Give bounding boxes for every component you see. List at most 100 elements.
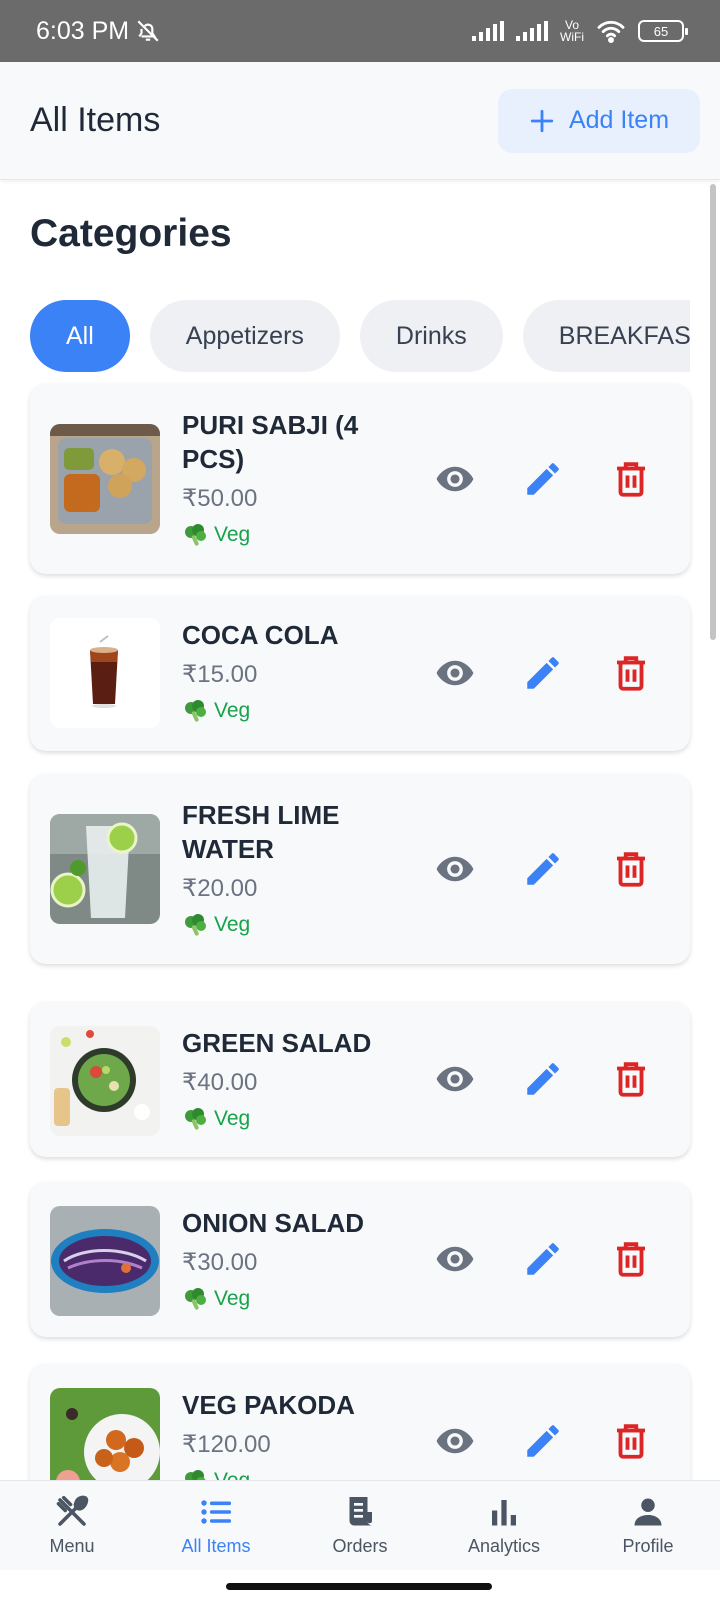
nav-menu-label: Menu [49,1536,95,1556]
item-price: ₹20.00 [182,875,258,902]
view-button[interactable] [434,652,476,694]
item-name: GREEN SALAD [182,1028,372,1058]
item-image [50,424,160,534]
item-veg-label: Veg [214,699,251,722]
signal-icon [472,21,504,41]
item-veg-label: Veg [214,1287,251,1310]
item-price: ₹120.00 [182,1431,271,1458]
delete-button[interactable] [610,1058,652,1100]
view-button[interactable] [434,458,476,500]
broccoli-icon [185,700,206,722]
item-veg-tag: Veg [182,698,412,724]
item-image [50,618,160,728]
trash-icon [617,656,645,691]
trash-icon [617,1062,645,1097]
item-info: GREEN SALAD ₹40.00 Veg [182,1026,412,1132]
edit-button[interactable] [522,1238,564,1280]
item-name: PURI SABJI (4 PCS) [182,410,359,474]
item-card[interactable]: COCA COLA ₹15.00 Veg [30,596,690,751]
nav-orders[interactable]: Orders [288,1481,432,1570]
person-icon [634,1498,662,1526]
pencil-icon [527,657,559,689]
trash-icon [617,1242,645,1277]
pencil-icon [527,463,559,495]
item-image [50,814,160,924]
item-name: VEG PAKODA [182,1390,355,1420]
trash-icon [617,852,645,887]
edit-button[interactable] [522,1420,564,1462]
item-info: ONION SALAD ₹30.00 Veg [182,1206,412,1312]
fork-knife-icon [56,1495,89,1526]
item-name: COCA COLA [182,620,339,650]
edit-button[interactable] [522,458,564,500]
edit-button[interactable] [522,652,564,694]
add-item-label: Add Item [568,106,670,134]
item-card[interactable]: FRESH LIME WATER ₹20.00 Veg [30,774,690,964]
delete-button[interactable] [610,848,652,890]
item-actions [434,848,652,890]
trash-icon [617,462,645,497]
eye-icon [436,1428,474,1454]
category-chip-breakfast[interactable]: BREAKFAST [522,300,690,372]
item-card[interactable]: PURI SABJI (4 PCS) ₹50.00 Veg [30,384,690,574]
item-actions [434,1420,652,1462]
list-icon [201,1500,231,1524]
pencil-icon [527,853,559,885]
status-right: Vo WiFi 65 [472,19,688,43]
broccoli-icon [185,524,206,546]
bell-off-icon [137,20,159,42]
item-actions [434,1238,652,1280]
view-button[interactable] [434,1058,476,1100]
item-price: ₹50.00 [182,485,258,512]
nav-menu[interactable]: Menu [0,1481,144,1570]
broccoli-icon [185,914,206,936]
item-actions [434,1058,652,1100]
plus-icon [530,109,554,132]
eye-icon [436,856,474,882]
delete-button[interactable] [610,652,652,694]
item-actions [434,652,652,694]
item-image [50,1026,160,1136]
nav-all-items-label: All Items [181,1536,251,1556]
nav-analytics[interactable]: Analytics [432,1481,576,1570]
nav-analytics-label: Analytics [467,1536,541,1556]
delete-button[interactable] [610,1420,652,1462]
view-button[interactable] [434,1420,476,1462]
view-button[interactable] [434,1238,476,1280]
add-item-button[interactable]: Add Item [498,88,700,153]
item-veg-label: Veg [214,523,251,546]
item-info: FRESH LIME WATER ₹20.00 Veg [182,798,412,938]
nav-profile[interactable]: Profile [576,1481,720,1570]
battery-indicator: 65 [638,20,688,42]
broccoli-icon [185,1108,206,1130]
scrollbar[interactable] [710,184,716,640]
trash-icon [617,1424,645,1459]
item-card[interactable]: GREEN SALAD ₹40.00 Veg [30,1002,690,1157]
edit-button[interactable] [522,848,564,890]
home-indicator[interactable] [226,1583,492,1590]
bottom-nav: Menu All Items Orders Analytics Profile [0,1480,720,1570]
category-chip-drinks[interactable]: Drinks [359,300,503,372]
pencil-icon [527,1425,559,1457]
item-price: ₹40.00 [182,1069,258,1096]
view-button[interactable] [434,848,476,890]
item-veg-tag: Veg [182,522,412,548]
status-time: 6:03 PM [36,16,130,45]
delete-button[interactable] [610,1238,652,1280]
edit-button[interactable] [522,1058,564,1100]
item-card[interactable]: ONION SALAD ₹30.00 Veg [30,1182,690,1337]
status-bar: 6:03 PM Vo WiFi 65 [0,0,720,62]
nav-all-items[interactable]: All Items [144,1481,288,1570]
wifi-icon [597,20,625,43]
item-info: VEG PAKODA ₹120.00 Veg [182,1388,412,1494]
category-chip-all[interactable]: All [30,300,130,372]
eye-icon [436,1246,474,1272]
category-chip-appetizers[interactable]: Appetizers [149,300,340,372]
item-price: ₹30.00 [182,1249,258,1276]
eye-icon [436,1066,474,1092]
delete-button[interactable] [610,458,652,500]
page-title: All Items [30,101,161,139]
item-veg-label: Veg [214,913,251,936]
eye-icon [436,466,474,492]
item-veg-label: Veg [214,1107,251,1130]
